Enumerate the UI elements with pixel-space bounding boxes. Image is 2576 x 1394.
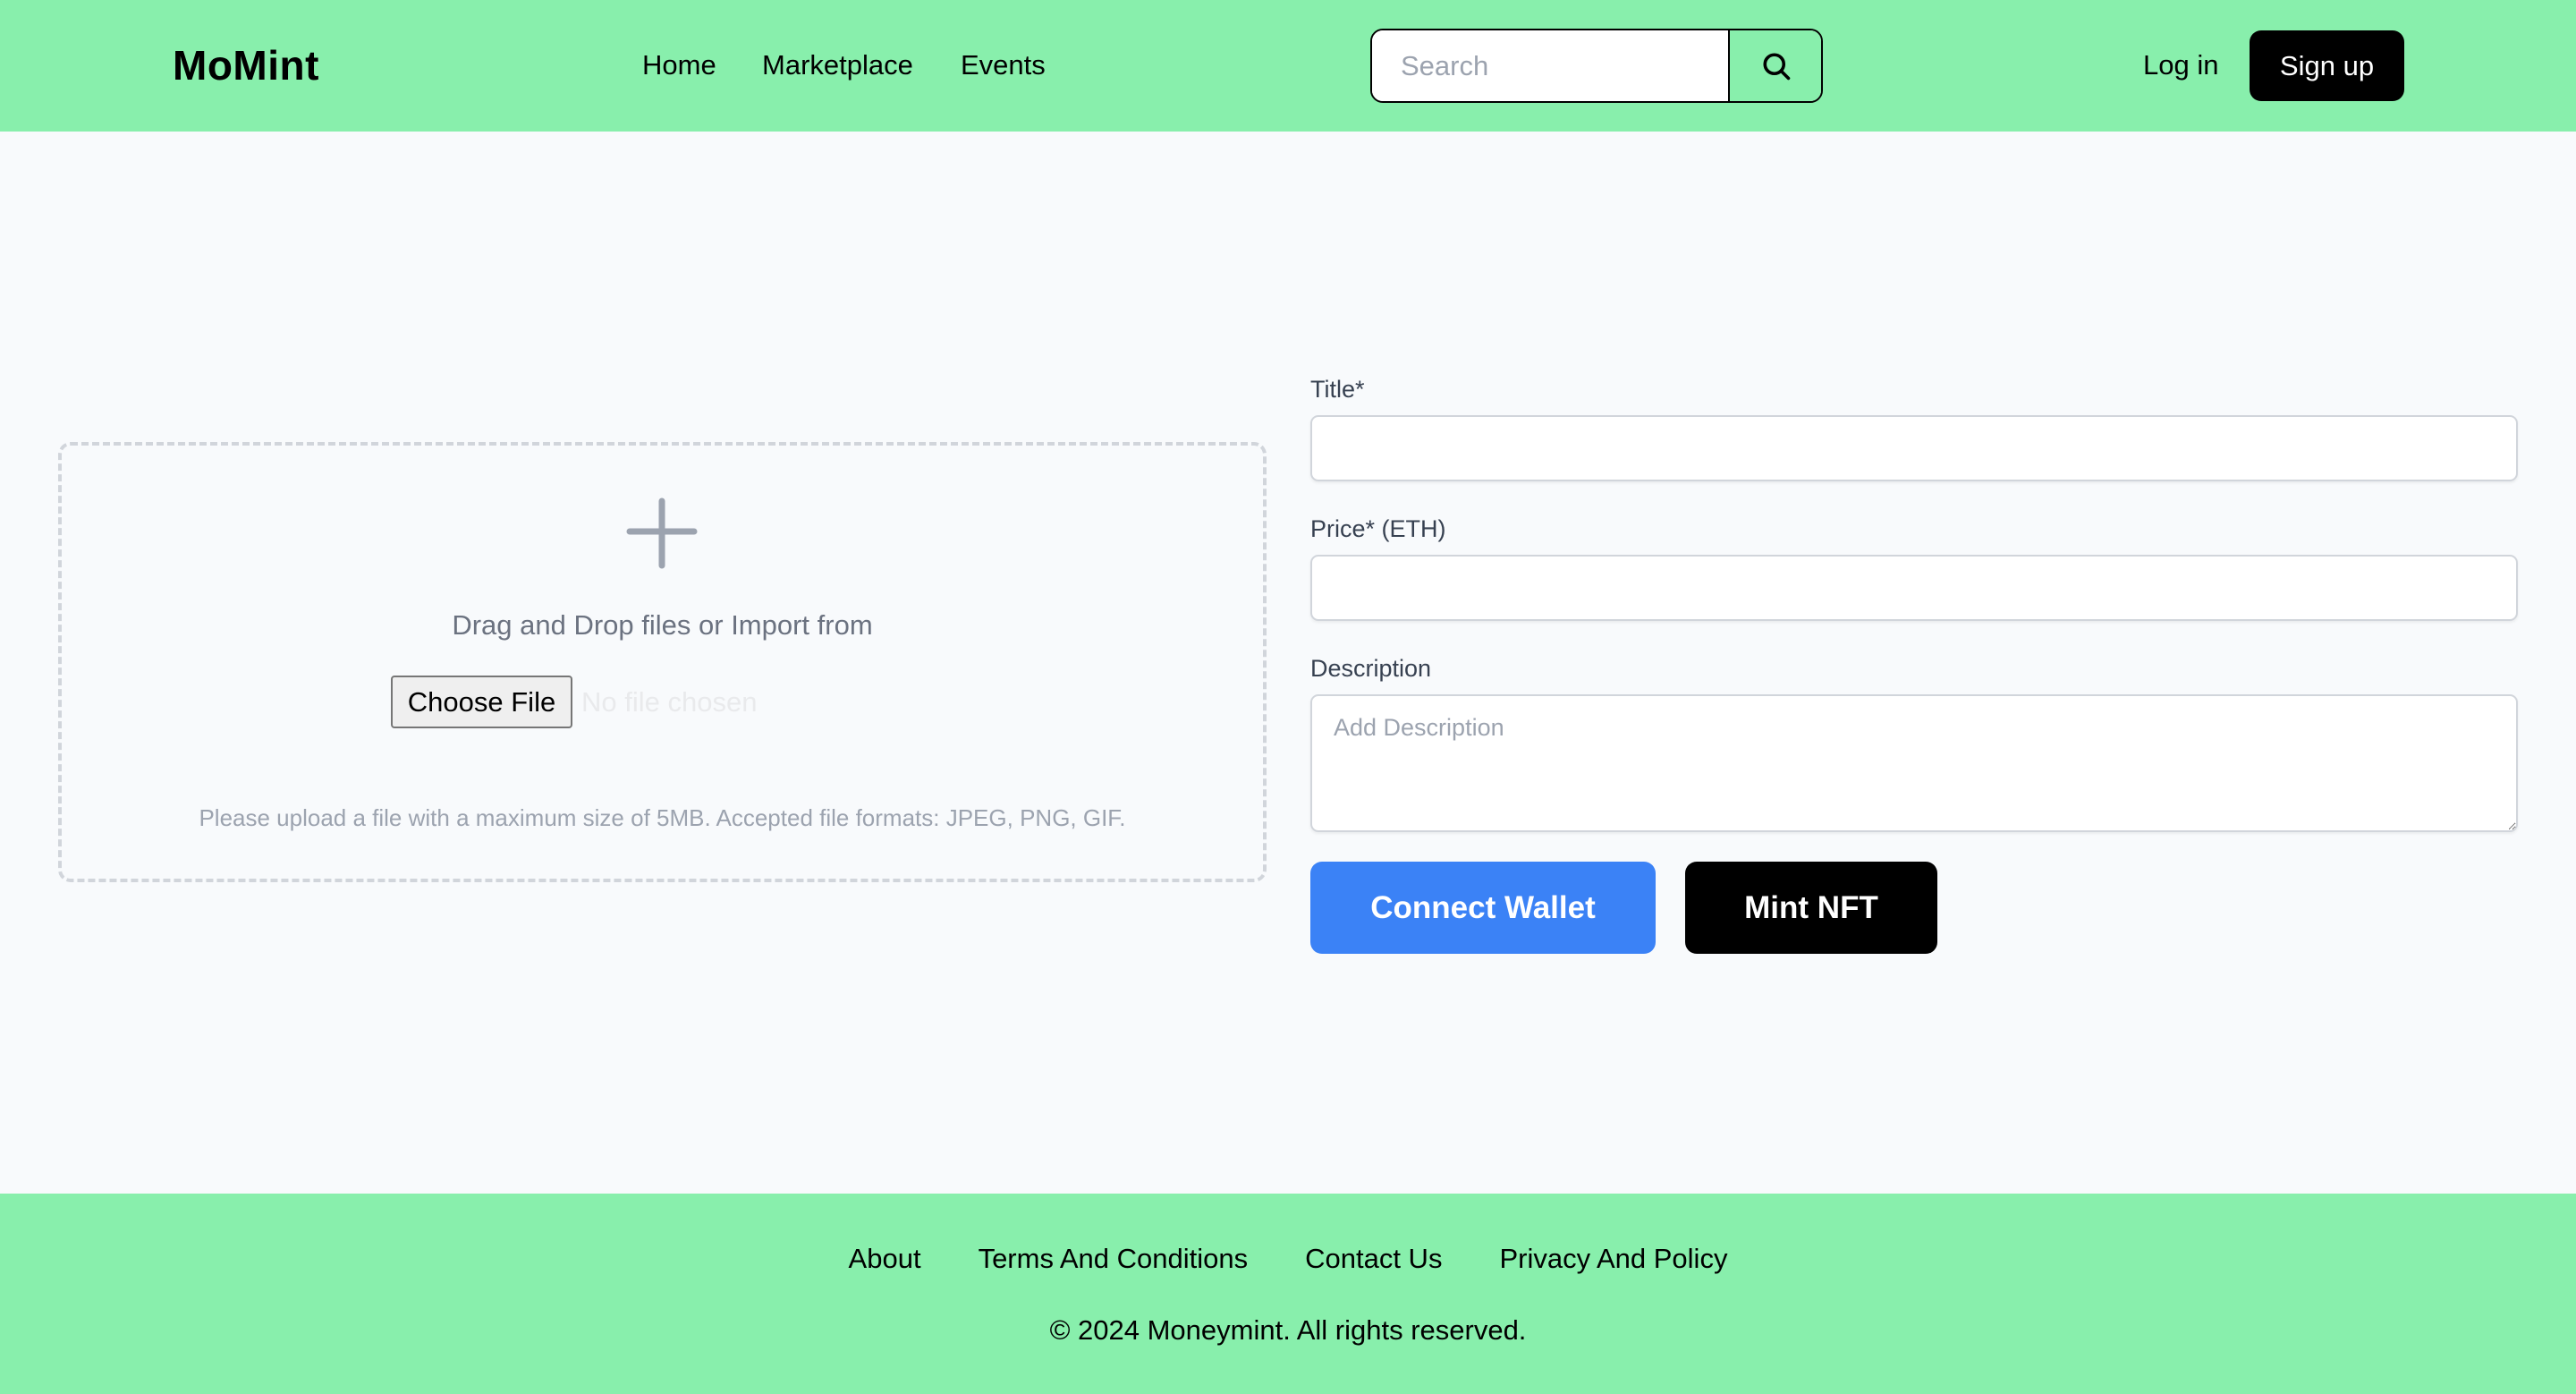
- nav-home[interactable]: Home: [642, 48, 716, 82]
- title-input[interactable]: [1310, 415, 2518, 481]
- copyright-text: © 2024 Moneymint. All rights reserved.: [1049, 1314, 1527, 1346]
- site-footer: About Terms And Conditions Contact Us Pr…: [0, 1194, 2576, 1394]
- price-input[interactable]: [1310, 555, 2518, 621]
- drop-instructions: Drag and Drop files or Import from: [452, 609, 873, 641]
- site-header: MoMint Home Marketplace Events Log in Si…: [0, 0, 2576, 132]
- price-label: Price* (ETH): [1310, 515, 1446, 542]
- file-input: Choose File No file chosen: [391, 676, 757, 728]
- title-label: Title*: [1310, 376, 1365, 403]
- footer-links: About Terms And Conditions Contact Us Pr…: [0, 1242, 2576, 1276]
- connect-wallet-button[interactable]: Connect Wallet: [1310, 862, 1656, 954]
- description-textarea[interactable]: [1310, 694, 2518, 832]
- footer-link-contact[interactable]: Contact Us: [1305, 1242, 1442, 1276]
- footer-link-terms[interactable]: Terms And Conditions: [979, 1242, 1249, 1276]
- footer-link-privacy[interactable]: Privacy And Policy: [1499, 1242, 1727, 1276]
- upload-hint: Please upload a file with a maximum size…: [199, 804, 1126, 831]
- search-icon: [1763, 52, 1791, 80]
- search-input[interactable]: [1372, 30, 1728, 101]
- nav-events[interactable]: Events: [961, 48, 1046, 82]
- no-file-status: No file chosen: [581, 685, 758, 718]
- signup-button[interactable]: Sign up: [2250, 30, 2404, 101]
- choose-file-button[interactable]: Choose File: [391, 676, 572, 728]
- search-button[interactable]: [1728, 30, 1821, 101]
- logo[interactable]: MoMint: [173, 39, 319, 91]
- search-bar: [1370, 29, 1823, 103]
- nav-marketplace[interactable]: Marketplace: [762, 48, 913, 82]
- login-link[interactable]: Log in: [2143, 48, 2218, 82]
- description-label: Description: [1310, 655, 1432, 682]
- mint-nft-button[interactable]: Mint NFT: [1685, 862, 1937, 954]
- plus-icon: [626, 497, 698, 569]
- footer-link-about[interactable]: About: [849, 1242, 921, 1276]
